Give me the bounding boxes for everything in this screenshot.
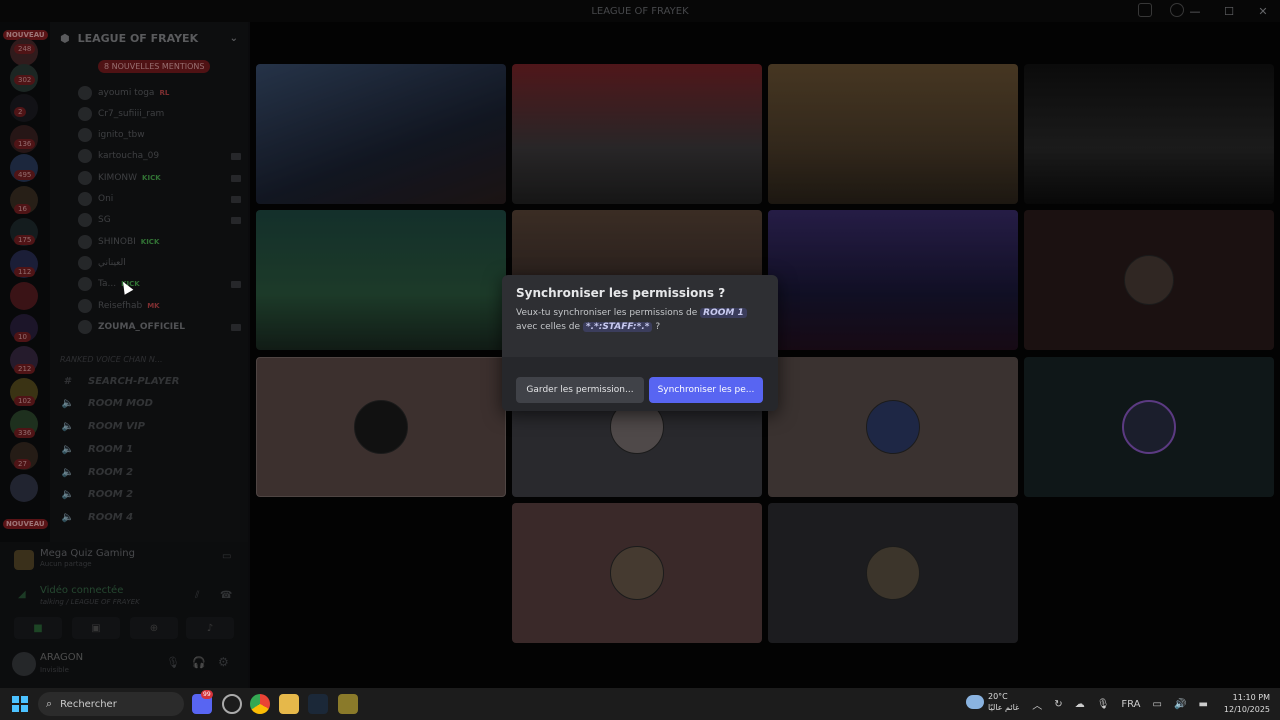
weather-icon bbox=[966, 695, 984, 709]
weather-widget[interactable]: 20°C غائم عاليًا bbox=[966, 691, 1019, 713]
dialog-body: Veux-tu synchroniser les permissions de … bbox=[516, 306, 770, 334]
game-app-icon[interactable] bbox=[338, 694, 358, 714]
sync-icon[interactable]: ↻ bbox=[1054, 699, 1062, 710]
file-explorer-icon[interactable] bbox=[279, 694, 299, 714]
dialog-title: Synchroniser les permissions ? bbox=[516, 286, 726, 300]
search-placeholder: Rechercher bbox=[60, 698, 117, 710]
network-icon[interactable]: ▭ bbox=[1153, 699, 1162, 710]
taskbar-search[interactable]: ⌕ Rechercher bbox=[38, 692, 184, 716]
dialog-text: Veux-tu synchroniser les permissions de bbox=[516, 308, 698, 318]
role-chip: *.*:STAFF:*.* bbox=[582, 322, 653, 332]
microphone-icon[interactable]: 🎙 bbox=[1097, 699, 1110, 710]
date: 12/10/2025 bbox=[1223, 705, 1270, 714]
chevron-up-icon[interactable]: ︿ bbox=[1032, 697, 1042, 712]
system-tray: ︿ ↻ ☁ 🎙 FRA ▭ 🔊 ▬ 11:10 PM 12/10/2025 bbox=[1026, 688, 1270, 720]
search-icon: ⌕ bbox=[46, 697, 53, 710]
keep-permissions-button[interactable]: Garder les permission... bbox=[516, 377, 644, 403]
cloud-icon[interactable]: ☁ bbox=[1075, 699, 1085, 710]
notification-badge: 99 bbox=[201, 690, 213, 699]
channel-chip: ROOM 1 bbox=[700, 308, 747, 318]
volume-icon[interactable]: 🔊 bbox=[1174, 699, 1186, 710]
windows-start-icon[interactable] bbox=[12, 696, 28, 712]
battery-icon[interactable]: ▬ bbox=[1198, 699, 1207, 710]
dialog-text: ? bbox=[655, 322, 661, 332]
steam-icon[interactable] bbox=[308, 694, 328, 714]
sync-permissions-button[interactable]: Synchroniser les pe... bbox=[649, 377, 763, 403]
language-indicator[interactable]: FRA bbox=[1121, 699, 1140, 710]
clock-app-icon[interactable] bbox=[222, 694, 242, 714]
clock[interactable]: 11:10 PM 12/10/2025 bbox=[1224, 692, 1270, 716]
weather-description: غائم عاليًا bbox=[988, 703, 1020, 712]
chrome-icon[interactable] bbox=[250, 694, 270, 714]
dialog-footer: Garder les permission... Synchroniser le… bbox=[502, 357, 778, 411]
time: 11:10 PM bbox=[1232, 693, 1270, 702]
sync-permissions-dialog: Synchroniser les permissions ? Veux-tu s… bbox=[502, 275, 778, 411]
taskbar: ⌕ Rechercher 99 20°C غائم عاليًا ︿ ↻ ☁ 🎙… bbox=[0, 688, 1280, 720]
temperature: 20°C bbox=[988, 692, 1008, 701]
dialog-text: avec celles de bbox=[516, 322, 581, 332]
